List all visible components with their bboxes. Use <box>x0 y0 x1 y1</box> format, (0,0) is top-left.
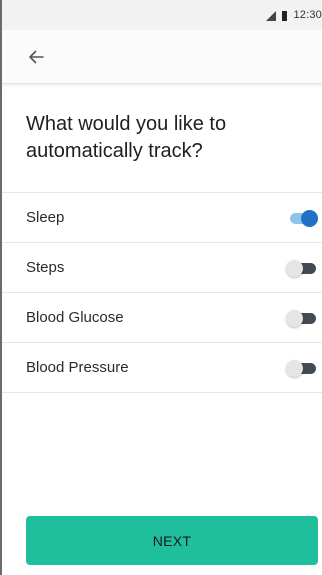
tracking-row-sleep: Sleep <box>2 193 322 243</box>
tracking-row-steps: Steps <box>2 243 322 293</box>
blood-glucose-toggle[interactable] <box>286 310 318 327</box>
screen-edge <box>0 0 2 575</box>
sleep-toggle[interactable] <box>286 210 318 227</box>
tracking-label: Blood Pressure <box>26 359 129 376</box>
steps-toggle[interactable] <box>286 260 318 277</box>
toggle-thumb <box>286 260 303 277</box>
tracking-label: Sleep <box>26 209 65 226</box>
next-button[interactable]: NEXT <box>26 516 318 565</box>
status-time: 12:30 <box>293 9 322 21</box>
tracking-row-blood-pressure: Blood Pressure <box>2 343 322 393</box>
back-button[interactable] <box>26 47 46 67</box>
tracking-row-blood-glucose: Blood Glucose <box>2 293 322 343</box>
toggle-thumb <box>286 360 303 377</box>
blood-pressure-toggle[interactable] <box>286 360 318 377</box>
app-bar <box>2 30 322 84</box>
status-bar: 12:30 <box>2 0 322 30</box>
page-title: What would you like to automatically tra… <box>26 113 227 162</box>
tracking-label: Blood Glucose <box>26 309 124 326</box>
tracking-options-list: Sleep Steps Blood Glucose Blood Pressure <box>2 192 322 393</box>
toggle-thumb <box>301 210 318 227</box>
battery-icon <box>282 10 288 21</box>
arrow-back-icon <box>29 50 44 64</box>
tracking-label: Steps <box>26 259 65 276</box>
signal-icon <box>266 11 277 21</box>
toggle-thumb <box>286 310 303 327</box>
